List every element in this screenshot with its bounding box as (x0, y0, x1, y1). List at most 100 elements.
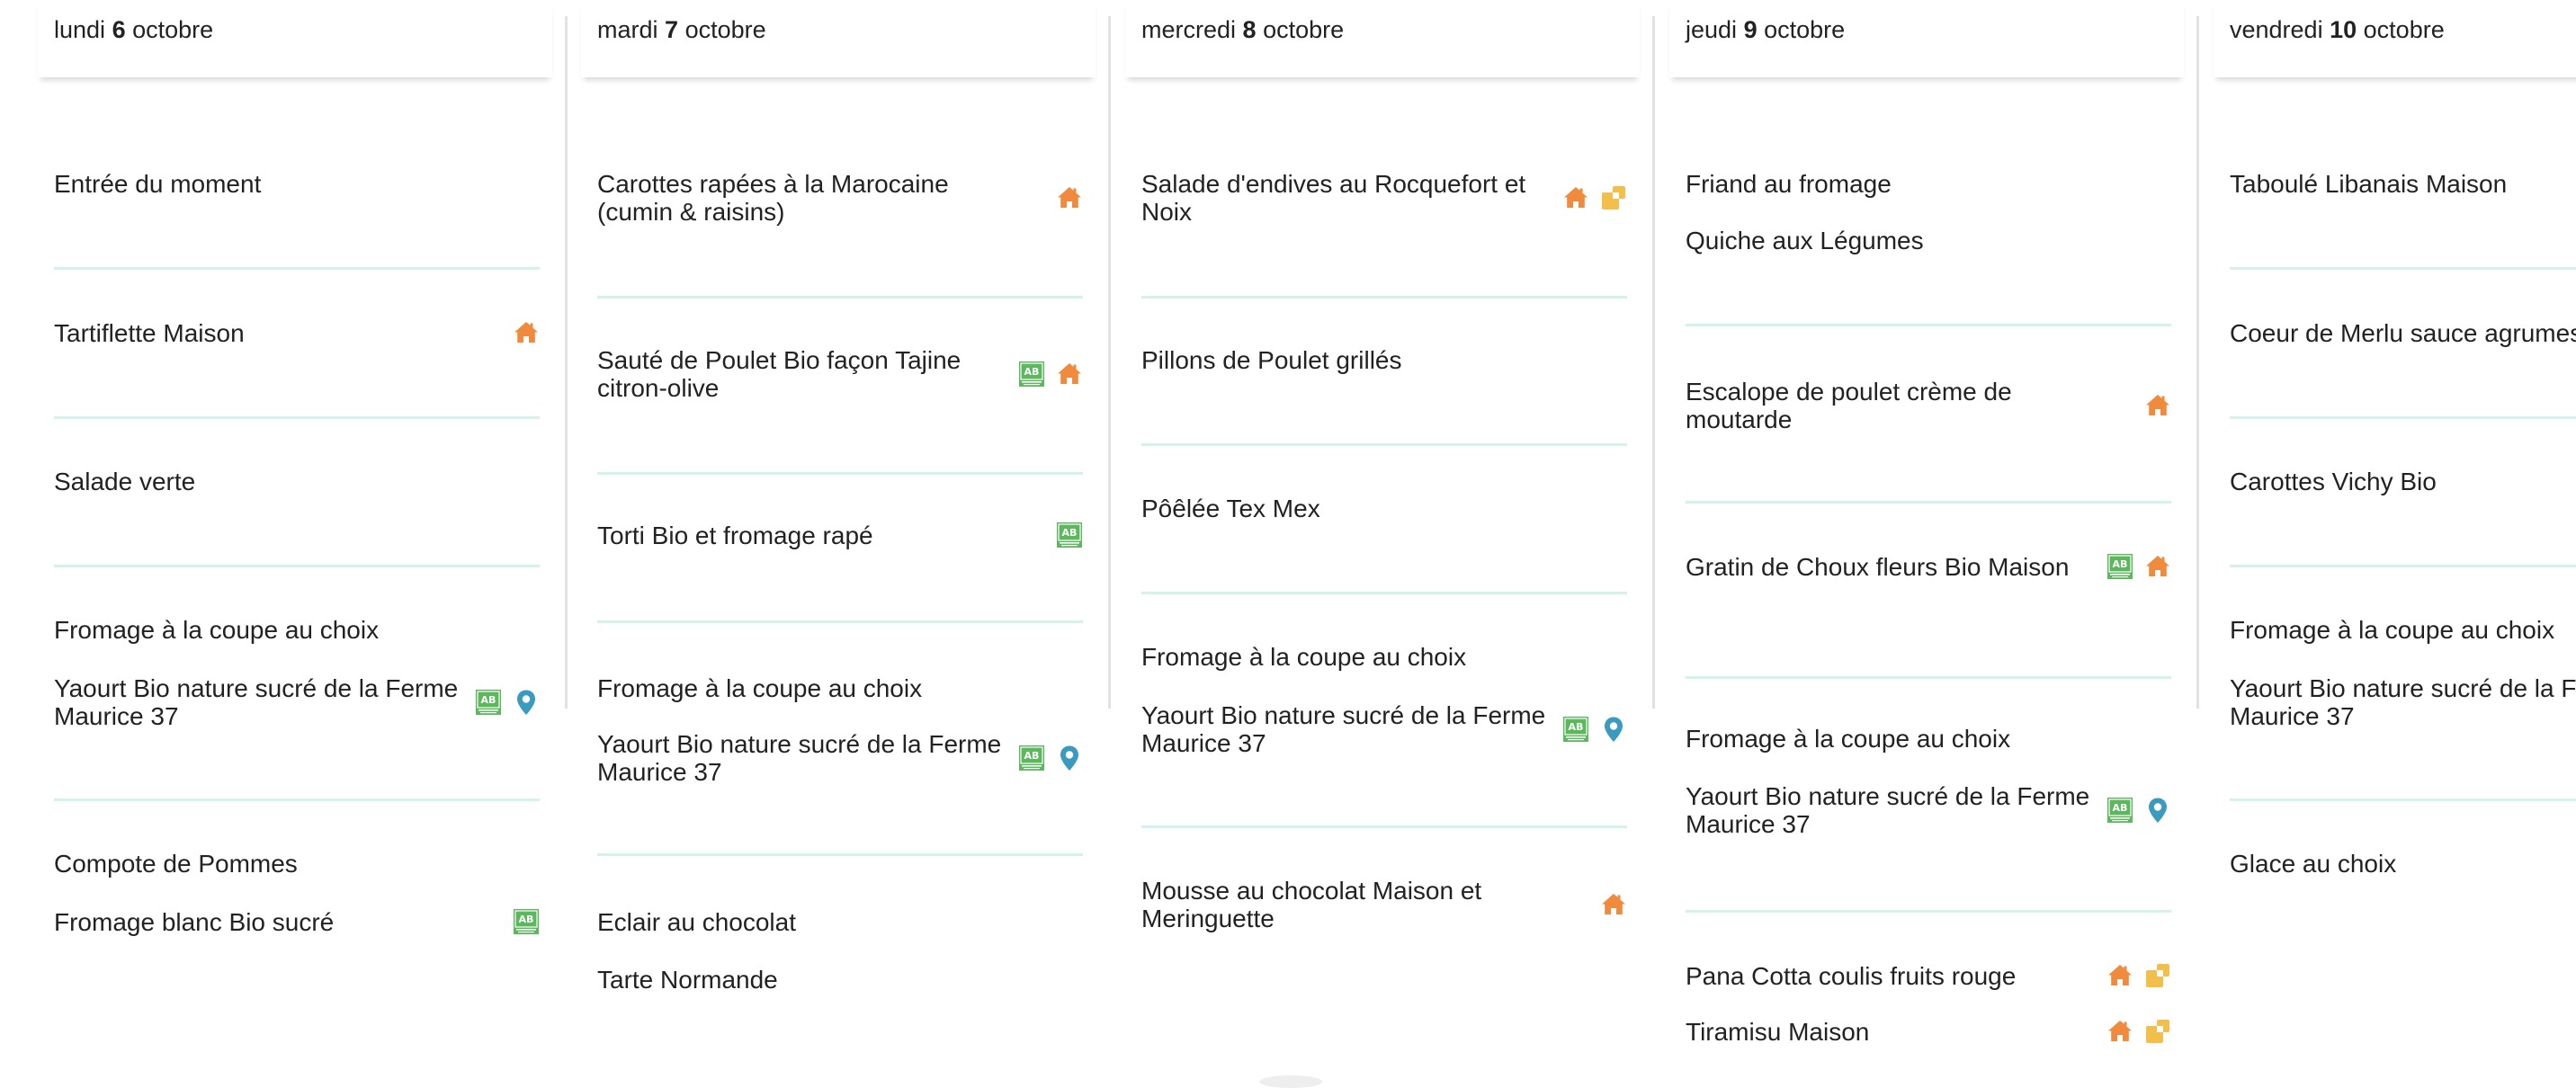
course-divider (54, 565, 540, 567)
course-divider (1686, 910, 2171, 913)
dish-name: Sauté de Poulet Bio façon Tajine citron-… (597, 346, 962, 402)
course-divider (1141, 592, 1627, 594)
course-divider (2230, 565, 2576, 567)
day-column-lundi: lundi 6 octobre Entrée du moment Tartiflet… (38, 0, 552, 1083)
bio-icon[interactable]: AB (2106, 797, 2133, 824)
dish-name: Yaourt Bio nature sucré de la Ferme Maur… (597, 730, 1002, 786)
dish-name: Yaourt Bio nature sucré de la Ferme Maur… (54, 674, 459, 730)
bio-icon[interactable]: AB (475, 689, 502, 716)
dish-name: Gratin de Choux fleurs Bio Maison (1686, 553, 2070, 581)
location-pin-icon[interactable] (1056, 745, 1083, 771)
dish-name: Eclair au chocolat (597, 908, 797, 936)
dish-name: Taboulé Libanais Maison (2230, 170, 2508, 198)
dish-name: Tiramisu Maison (1686, 1018, 1870, 1046)
dish-name: Mousse au chocolat Maison et Meringuette (1141, 877, 1482, 932)
svg-text:AB: AB (1062, 527, 1078, 539)
label-icon[interactable] (1600, 184, 1627, 211)
svg-text:AB: AB (481, 694, 496, 706)
day-header[interactable]: lundi 6 octobre (38, 0, 552, 77)
day-header[interactable]: mercredi 8 octobre (1125, 0, 1640, 77)
dish-name: Fromage à la coupe au choix (597, 674, 923, 702)
day-title: vendredi 10 octobre (2230, 16, 2445, 44)
dish-name: Salade verte (54, 468, 196, 495)
day-header[interactable]: jeudi 9 octobre (1669, 0, 2184, 77)
home-icon[interactable] (2144, 553, 2171, 580)
svg-text:AB: AB (519, 914, 534, 925)
home-icon[interactable] (1600, 891, 1627, 918)
course-divider (597, 296, 1083, 299)
dish-labels: AB (1562, 713, 1627, 745)
dish-name: Glace au choix (2230, 850, 2397, 878)
location-pin-icon[interactable] (2144, 797, 2171, 824)
course-divider (2230, 798, 2576, 801)
day-column-mardi: mardi 7 octobre Carottes rapées à la Maro… (581, 0, 1096, 1083)
home-icon[interactable] (1562, 184, 1589, 211)
home-icon[interactable] (2106, 962, 2133, 989)
dish-name: Fromage à la coupe au choix (1686, 725, 2011, 753)
dish-name: Torti Bio et fromage rapé (597, 522, 873, 549)
scroll-indicator[interactable] (1259, 1075, 1322, 1088)
course-divider (1141, 296, 1627, 299)
home-icon[interactable] (2106, 1018, 2133, 1045)
dish-labels (2144, 389, 2171, 422)
location-pin-icon[interactable] (513, 689, 540, 716)
dish-name: Salade d'endives au Rocquefort et Noix (1141, 170, 1526, 226)
home-icon[interactable] (1056, 361, 1083, 388)
day-number: 10 (2330, 16, 2357, 43)
label-icon[interactable] (2144, 1018, 2171, 1045)
course-divider (1141, 825, 1627, 828)
course-divider (2230, 267, 2576, 270)
dish-name: Pillons de Poulet grillés (1141, 346, 1402, 374)
dish-name: Escalope de poulet crème de moutarde (1686, 378, 2012, 433)
weekday-label: vendredi (2230, 16, 2323, 43)
dish-labels: AB (2106, 550, 2171, 583)
day-column-separator (1108, 16, 1111, 709)
bio-icon[interactable]: AB (1018, 745, 1045, 771)
day-header[interactable]: mardi 7 octobre (581, 0, 1096, 77)
dish-name: Tartiflette Maison (54, 319, 245, 347)
dish-name: Tarte Normande (597, 966, 778, 994)
home-icon[interactable] (2144, 392, 2171, 419)
day-number: 6 (112, 16, 126, 43)
dish-name: Carottes rapées à la Marocaine (cumin & … (597, 170, 949, 226)
day-number: 9 (1743, 16, 1758, 43)
svg-text:AB: AB (1569, 721, 1584, 733)
course-divider (1686, 676, 2171, 679)
day-header[interactable]: vendredi 10 octobre (2214, 0, 2576, 77)
home-icon[interactable] (1056, 184, 1083, 211)
dish-labels (1600, 888, 1627, 921)
month-label: octobre (1764, 16, 1846, 43)
day-column-separator (1652, 16, 1655, 709)
location-pin-icon[interactable] (1600, 716, 1627, 743)
dish-labels: AB (1056, 519, 1083, 551)
dish-name: Yaourt Bio nature sucré de la Ferme Maur… (2230, 674, 2576, 730)
day-title: lundi 6 octobre (54, 16, 213, 44)
bio-icon[interactable]: AB (513, 908, 540, 935)
svg-text:AB: AB (1024, 366, 1040, 378)
dish-name: Friand au fromage (1686, 170, 1892, 198)
course-divider (54, 416, 540, 419)
dish-name: Entrée du moment (54, 170, 262, 198)
bio-icon[interactable]: AB (2106, 553, 2133, 580)
course-divider (597, 853, 1083, 856)
weekly-menu-board: lundi 6 octobre Entrée du moment Tartiflet… (0, 0, 2576, 1083)
dish-labels: AB (1018, 358, 1083, 390)
dish-name: Fromage blanc Bio sucré (54, 908, 335, 936)
dish-labels: AB (2106, 794, 2171, 826)
month-label: octobre (1263, 16, 1345, 43)
dish-name: Pana Cotta coulis fruits rouge (1686, 962, 2017, 990)
dish-labels (2106, 959, 2171, 992)
bio-icon[interactable]: AB (1018, 361, 1045, 388)
day-title: mardi 7 octobre (597, 16, 766, 44)
day-number: 7 (665, 16, 679, 43)
label-icon[interactable] (2144, 962, 2171, 989)
bio-icon[interactable]: AB (1056, 522, 1083, 548)
dish-name: Quiche aux Légumes (1686, 227, 1924, 254)
dish-labels (2106, 1015, 2171, 1048)
bio-icon[interactable]: AB (1562, 716, 1589, 743)
course-divider (597, 620, 1083, 623)
home-icon[interactable] (513, 319, 540, 346)
weekday-label: mardi (597, 16, 658, 43)
dish-name: Fromage à la coupe au choix (54, 616, 380, 644)
course-divider (2230, 416, 2576, 419)
